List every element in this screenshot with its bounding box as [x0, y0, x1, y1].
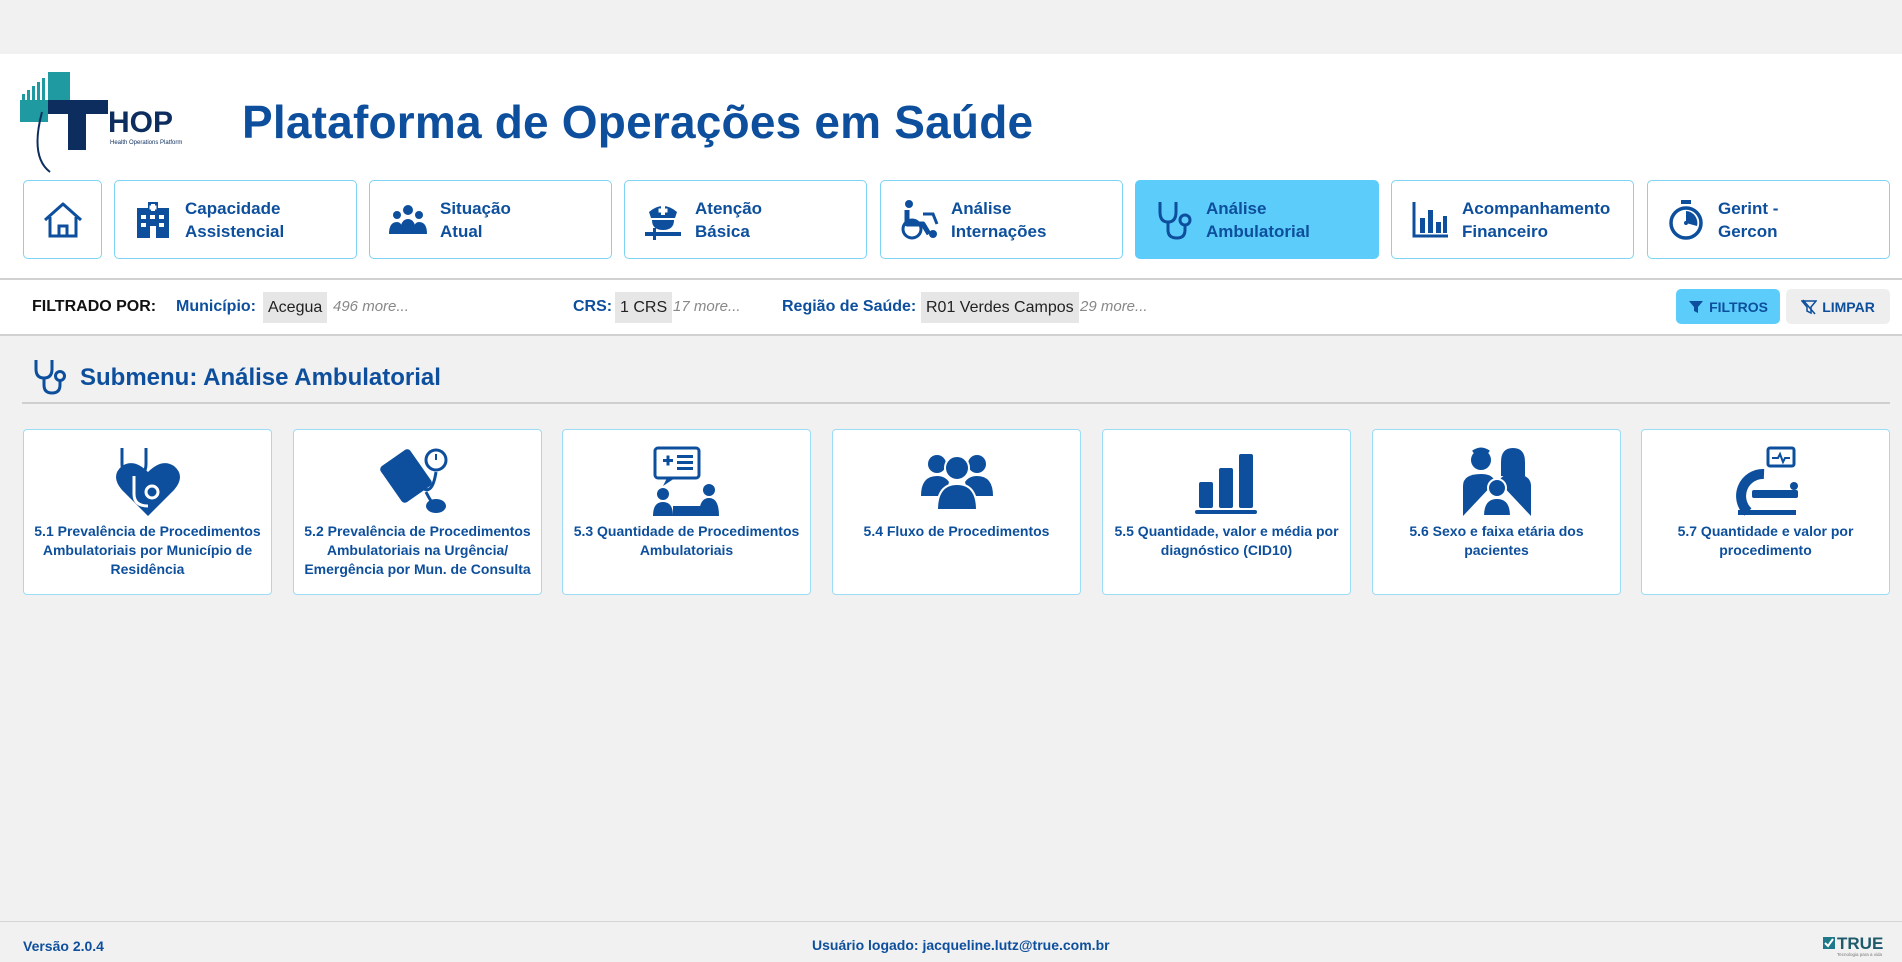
logo-text: HOP — [108, 106, 173, 139]
nav-label: Análise Internações — [951, 198, 1047, 241]
card-5-4[interactable]: 5.4 Fluxo de Procedimentos — [832, 429, 1081, 595]
card-5-7[interactable]: 5.7 Quantidade e valor por procedimento — [1641, 429, 1890, 595]
filter-regiao-chip[interactable]: R01 Verdes Campos — [921, 292, 1079, 323]
clear-filter-icon — [1801, 299, 1818, 314]
nav-label: Atenção Básica — [695, 198, 763, 241]
hop-logo: HOP Health Operations Platform — [20, 72, 182, 173]
logo-subtext: Health Operations Platform — [110, 140, 182, 146]
card-label: 5.3 Quantidade de Procedimentos Ambulato… — [573, 523, 800, 558]
logged-user: Usuário logado: jacqueline.lutz@true.com… — [812, 937, 1110, 953]
filter-crs-label: CRS: — [573, 298, 613, 315]
card-5-6[interactable]: 5.6 Sexo e faixa etária dos pacientes — [1372, 429, 1621, 595]
nav-capacidade-assistencial[interactable]: Capacidade Assistencial — [114, 180, 357, 259]
stethoscope-icon — [1158, 201, 1192, 240]
limpar-button[interactable]: LIMPAR — [1786, 289, 1890, 324]
stethoscope-icon — [34, 360, 66, 395]
nav-atencao-basica[interactable]: Atenção Básica — [624, 180, 867, 259]
card-5-1[interactable]: 5.1 Prevalência de Procedimentos Ambulat… — [23, 429, 272, 595]
card-label: 5.5 Quantidade, valor e média por diagnó… — [1114, 523, 1339, 558]
nav-label: Gerint - Gercon — [1718, 198, 1779, 241]
true-logo: TRUE Tecnologia para a vida — [1823, 934, 1883, 957]
blood-pressure-icon — [379, 448, 447, 513]
nav-analise-ambulatorial[interactable]: Análise Ambulatorial — [1135, 180, 1379, 259]
bar-chart-icon — [1412, 201, 1448, 237]
true-logo-text: TRUE — [1837, 934, 1883, 953]
filter-municipio-label: Município: — [176, 298, 256, 315]
filter-icon — [1689, 300, 1704, 313]
filter-crs-more[interactable]: 17 more... — [673, 298, 741, 315]
true-logo-tagline: Tecnologia para a vida — [1837, 952, 1883, 957]
card-label: 5.1 Prevalência de Procedimentos Ambulat… — [34, 523, 261, 577]
filter-crs-chip[interactable]: 1 CRS — [615, 292, 673, 323]
users-icon — [920, 455, 993, 511]
consultation-icon — [652, 446, 719, 516]
nav-gerint-gercon[interactable]: Gerint - Gercon — [1647, 180, 1890, 259]
nav-home-button[interactable] — [23, 180, 102, 259]
family-icon — [1462, 447, 1531, 517]
nav-analise-internacoes[interactable]: Análise Internações — [880, 180, 1123, 259]
card-label: 5.7 Quantidade e valor por procedimento — [1677, 523, 1854, 558]
nav-acompanhamento-financeiro[interactable]: Acompanhamento Financeiro — [1391, 180, 1634, 259]
filtros-label: FILTROS — [1709, 298, 1768, 315]
card-5-2[interactable]: 5.2 Prevalência de Procedimentos Ambulat… — [293, 429, 542, 595]
filtros-button[interactable]: FILTROS — [1676, 289, 1780, 324]
nav-label: Acompanhamento Financeiro — [1462, 198, 1611, 241]
filter-regiao-label: Região de Saúde: — [782, 298, 917, 315]
filter-prefix: FILTRADO POR: — [32, 298, 157, 315]
hospital-icon — [137, 201, 169, 238]
submenu-title: Submenu: Análise Ambulatorial — [80, 364, 441, 391]
wheelchair-icon — [901, 199, 939, 239]
nav-label: Análise Ambulatorial — [1206, 198, 1310, 241]
bar-chart-icon — [1194, 454, 1257, 514]
home-icon — [43, 202, 82, 237]
divider — [22, 402, 1890, 404]
mri-scanner-icon — [1735, 446, 1798, 516]
footer-divider — [0, 921, 1902, 922]
card-5-5[interactable]: 5.5 Quantidade, valor e média por diagnó… — [1102, 429, 1351, 595]
filter-regiao-more[interactable]: 29 more... — [1080, 298, 1148, 315]
card-5-3[interactable]: 5.3 Quantidade de Procedimentos Ambulato… — [562, 429, 811, 595]
limpar-label: LIMPAR — [1822, 298, 1875, 315]
stopwatch-icon — [1669, 199, 1703, 240]
version-label: Versão 2.0.4 — [23, 938, 104, 954]
page-title: Plataforma de Operações em Saúde — [242, 96, 1034, 148]
nav-label: Situação Atual — [440, 198, 511, 241]
card-label: 5.6 Sexo e faixa etária dos pacientes — [1409, 523, 1584, 558]
people-group-icon — [389, 204, 427, 234]
filter-municipio-more[interactable]: 496 more... — [333, 298, 409, 315]
heart-stethoscope-icon — [115, 448, 180, 516]
card-label: 5.4 Fluxo de Procedimentos — [863, 523, 1050, 539]
card-label: 5.2 Prevalência de Procedimentos Ambulat… — [304, 523, 531, 577]
nurse-icon — [645, 205, 681, 240]
nav-label: Capacidade Assistencial — [185, 198, 285, 241]
filter-municipio-chip[interactable]: Acegua — [263, 292, 328, 323]
nav-situacao-atual[interactable]: Situação Atual — [369, 180, 612, 259]
